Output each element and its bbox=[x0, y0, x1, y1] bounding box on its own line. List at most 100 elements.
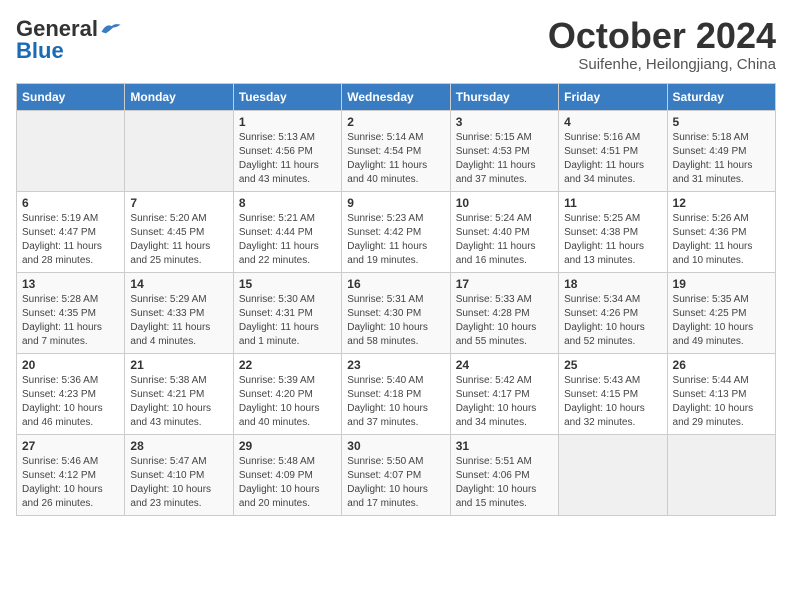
day-info: Sunrise: 5:48 AM Sunset: 4:09 PM Dayligh… bbox=[239, 455, 336, 511]
day-number: 31 bbox=[456, 439, 553, 453]
day-info: Sunrise: 5:44 AM Sunset: 4:13 PM Dayligh… bbox=[673, 374, 770, 430]
page-header: General Blue October 2024 Suifenhe, Heil… bbox=[16, 16, 776, 73]
day-number: 7 bbox=[130, 196, 227, 210]
day-info: Sunrise: 5:13 AM Sunset: 4:56 PM Dayligh… bbox=[239, 131, 336, 187]
calendar-cell: 5 Sunrise: 5:18 AM Sunset: 4:49 PM Daylig… bbox=[667, 110, 775, 191]
weekday-header: Monday bbox=[125, 83, 233, 110]
calendar-cell: 6 Sunrise: 5:19 AM Sunset: 4:47 PM Daylig… bbox=[17, 191, 125, 272]
calendar-cell bbox=[559, 434, 667, 515]
day-info: Sunrise: 5:19 AM Sunset: 4:47 PM Dayligh… bbox=[22, 212, 119, 268]
day-info: Sunrise: 5:35 AM Sunset: 4:25 PM Dayligh… bbox=[673, 293, 770, 349]
calendar-cell: 30Sunrise: 5:50 AM Sunset: 4:07 PM Dayli… bbox=[342, 434, 450, 515]
calendar-cell: 25 Sunrise: 5:43 AM Sunset: 4:15 PM Dayli… bbox=[559, 353, 667, 434]
day-info: Sunrise: 5:21 AM Sunset: 4:44 PM Dayligh… bbox=[239, 212, 336, 268]
weekday-header: Sunday bbox=[17, 83, 125, 110]
calendar-cell bbox=[667, 434, 775, 515]
day-number: 28 bbox=[130, 439, 227, 453]
calendar-cell: 4 Sunrise: 5:16 AM Sunset: 4:51 PM Daylig… bbox=[559, 110, 667, 191]
day-number: 17 bbox=[456, 277, 553, 291]
day-number: 11 bbox=[564, 196, 661, 210]
calendar-cell: 14 Sunrise: 5:29 AM Sunset: 4:33 PM Dayli… bbox=[125, 272, 233, 353]
day-number: 21 bbox=[130, 358, 227, 372]
calendar-week-row: 1 Sunrise: 5:13 AM Sunset: 4:56 PM Daylig… bbox=[17, 110, 776, 191]
day-info: Sunrise: 5:15 AM Sunset: 4:53 PM Dayligh… bbox=[456, 131, 553, 187]
day-number: 3 bbox=[456, 115, 553, 129]
day-info: Sunrise: 5:50 AM Sunset: 4:07 PM Dayligh… bbox=[347, 455, 444, 511]
day-number: 19 bbox=[673, 277, 770, 291]
day-number: 15 bbox=[239, 277, 336, 291]
calendar-week-row: 13Sunrise: 5:28 AM Sunset: 4:35 PM Dayli… bbox=[17, 272, 776, 353]
calendar-cell: 10Sunrise: 5:24 AM Sunset: 4:40 PM Dayli… bbox=[450, 191, 558, 272]
day-info: Sunrise: 5:23 AM Sunset: 4:42 PM Dayligh… bbox=[347, 212, 444, 268]
weekday-header: Thursday bbox=[450, 83, 558, 110]
day-number: 6 bbox=[22, 196, 119, 210]
calendar-cell: 27 Sunrise: 5:46 AM Sunset: 4:12 PM Dayli… bbox=[17, 434, 125, 515]
day-info: Sunrise: 5:28 AM Sunset: 4:35 PM Dayligh… bbox=[22, 293, 119, 349]
calendar-cell: 20Sunrise: 5:36 AM Sunset: 4:23 PM Dayli… bbox=[17, 353, 125, 434]
day-number: 8 bbox=[239, 196, 336, 210]
calendar-cell: 23 Sunrise: 5:40 AM Sunset: 4:18 PM Dayli… bbox=[342, 353, 450, 434]
calendar-cell: 28 Sunrise: 5:47 AM Sunset: 4:10 PM Dayli… bbox=[125, 434, 233, 515]
calendar-week-row: 27 Sunrise: 5:46 AM Sunset: 4:12 PM Dayli… bbox=[17, 434, 776, 515]
calendar-week-row: 20Sunrise: 5:36 AM Sunset: 4:23 PM Dayli… bbox=[17, 353, 776, 434]
calendar-cell: 21Sunrise: 5:38 AM Sunset: 4:21 PM Dayli… bbox=[125, 353, 233, 434]
title-area: October 2024 Suifenhe, Heilongjiang, Chi… bbox=[548, 16, 776, 73]
calendar-cell: 3 Sunrise: 5:15 AM Sunset: 4:53 PM Daylig… bbox=[450, 110, 558, 191]
day-info: Sunrise: 5:31 AM Sunset: 4:30 PM Dayligh… bbox=[347, 293, 444, 349]
weekday-header: Wednesday bbox=[342, 83, 450, 110]
location: Suifenhe, Heilongjiang, China bbox=[548, 56, 776, 73]
calendar-cell: 31Sunrise: 5:51 AM Sunset: 4:06 PM Dayli… bbox=[450, 434, 558, 515]
calendar-cell: 1 Sunrise: 5:13 AM Sunset: 4:56 PM Daylig… bbox=[233, 110, 341, 191]
calendar-cell: 29 Sunrise: 5:48 AM Sunset: 4:09 PM Dayli… bbox=[233, 434, 341, 515]
calendar-week-row: 6 Sunrise: 5:19 AM Sunset: 4:47 PM Daylig… bbox=[17, 191, 776, 272]
day-info: Sunrise: 5:20 AM Sunset: 4:45 PM Dayligh… bbox=[130, 212, 227, 268]
day-info: Sunrise: 5:29 AM Sunset: 4:33 PM Dayligh… bbox=[130, 293, 227, 349]
day-number: 4 bbox=[564, 115, 661, 129]
day-number: 16 bbox=[347, 277, 444, 291]
calendar-cell: 22 Sunrise: 5:39 AM Sunset: 4:20 PM Dayli… bbox=[233, 353, 341, 434]
day-number: 14 bbox=[130, 277, 227, 291]
day-info: Sunrise: 5:39 AM Sunset: 4:20 PM Dayligh… bbox=[239, 374, 336, 430]
day-number: 23 bbox=[347, 358, 444, 372]
calendar-cell: 17 Sunrise: 5:33 AM Sunset: 4:28 PM Dayli… bbox=[450, 272, 558, 353]
day-info: Sunrise: 5:46 AM Sunset: 4:12 PM Dayligh… bbox=[22, 455, 119, 511]
day-number: 1 bbox=[239, 115, 336, 129]
day-info: Sunrise: 5:40 AM Sunset: 4:18 PM Dayligh… bbox=[347, 374, 444, 430]
day-number: 25 bbox=[564, 358, 661, 372]
day-info: Sunrise: 5:47 AM Sunset: 4:10 PM Dayligh… bbox=[130, 455, 227, 511]
calendar-cell bbox=[125, 110, 233, 191]
calendar-cell: 8 Sunrise: 5:21 AM Sunset: 4:44 PM Daylig… bbox=[233, 191, 341, 272]
calendar-cell: 15Sunrise: 5:30 AM Sunset: 4:31 PM Dayli… bbox=[233, 272, 341, 353]
calendar-table: SundayMondayTuesdayWednesdayThursdayFrid… bbox=[16, 83, 776, 516]
calendar-cell bbox=[17, 110, 125, 191]
weekday-header: Tuesday bbox=[233, 83, 341, 110]
calendar-cell: 9 Sunrise: 5:23 AM Sunset: 4:42 PM Daylig… bbox=[342, 191, 450, 272]
calendar-cell: 24Sunrise: 5:42 AM Sunset: 4:17 PM Dayli… bbox=[450, 353, 558, 434]
day-number: 26 bbox=[673, 358, 770, 372]
day-number: 22 bbox=[239, 358, 336, 372]
weekday-header: Friday bbox=[559, 83, 667, 110]
weekday-header-row: SundayMondayTuesdayWednesdayThursdayFrid… bbox=[17, 83, 776, 110]
day-info: Sunrise: 5:18 AM Sunset: 4:49 PM Dayligh… bbox=[673, 131, 770, 187]
logo: General Blue bbox=[16, 16, 122, 64]
day-info: Sunrise: 5:14 AM Sunset: 4:54 PM Dayligh… bbox=[347, 131, 444, 187]
calendar-cell: 7 Sunrise: 5:20 AM Sunset: 4:45 PM Daylig… bbox=[125, 191, 233, 272]
logo-bird-icon bbox=[100, 20, 122, 38]
calendar-cell: 16 Sunrise: 5:31 AM Sunset: 4:30 PM Dayli… bbox=[342, 272, 450, 353]
day-number: 10 bbox=[456, 196, 553, 210]
day-info: Sunrise: 5:43 AM Sunset: 4:15 PM Dayligh… bbox=[564, 374, 661, 430]
calendar-cell: 26 Sunrise: 5:44 AM Sunset: 4:13 PM Dayli… bbox=[667, 353, 775, 434]
day-number: 20 bbox=[22, 358, 119, 372]
day-number: 2 bbox=[347, 115, 444, 129]
calendar-cell: 13Sunrise: 5:28 AM Sunset: 4:35 PM Dayli… bbox=[17, 272, 125, 353]
calendar-cell: 12Sunrise: 5:26 AM Sunset: 4:36 PM Dayli… bbox=[667, 191, 775, 272]
day-info: Sunrise: 5:16 AM Sunset: 4:51 PM Dayligh… bbox=[564, 131, 661, 187]
day-number: 27 bbox=[22, 439, 119, 453]
day-info: Sunrise: 5:33 AM Sunset: 4:28 PM Dayligh… bbox=[456, 293, 553, 349]
day-info: Sunrise: 5:26 AM Sunset: 4:36 PM Dayligh… bbox=[673, 212, 770, 268]
day-info: Sunrise: 5:25 AM Sunset: 4:38 PM Dayligh… bbox=[564, 212, 661, 268]
day-number: 9 bbox=[347, 196, 444, 210]
day-number: 29 bbox=[239, 439, 336, 453]
day-number: 5 bbox=[673, 115, 770, 129]
day-number: 24 bbox=[456, 358, 553, 372]
